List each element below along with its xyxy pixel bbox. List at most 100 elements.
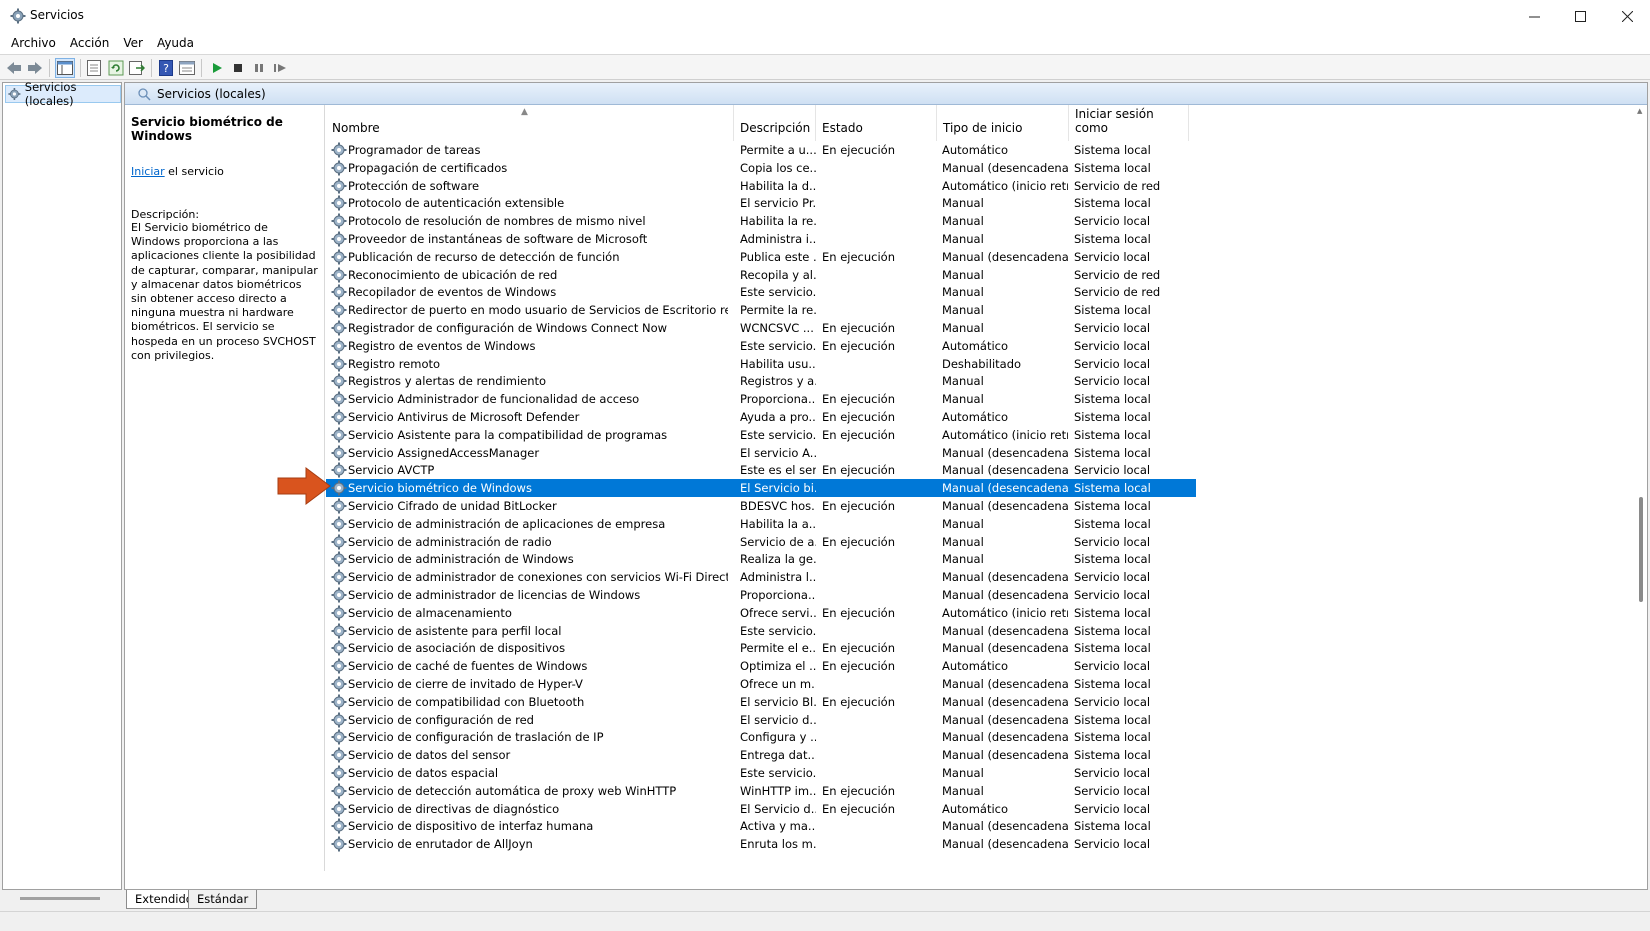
service-description: El servicio Bl... [740, 694, 816, 709]
table-row[interactable]: Servicio Antivirus de Microsoft Defender… [326, 408, 1196, 426]
table-row[interactable]: Servicio de datos espacial Este servicio.… [326, 764, 1196, 782]
column-header-estado[interactable]: Estado [816, 105, 937, 141]
properties-icon [87, 60, 101, 76]
table-row[interactable]: Publicación de recurso de detección de f… [326, 248, 1196, 266]
service-name: Registro remoto [348, 356, 441, 371]
table-row[interactable]: Protocolo de autenticación extensible El … [326, 194, 1196, 212]
service-description: Este servicio... [740, 285, 816, 300]
service-startup-type: Manual (desencadenar... [942, 641, 1068, 656]
table-row[interactable]: Servicio Cifrado de unidad BitLocker BDES… [326, 497, 1196, 515]
tree-horizontal-scrollbar[interactable] [20, 897, 100, 900]
table-row[interactable]: Registrador de configuración de Windows … [326, 319, 1196, 337]
table-row[interactable]: Registro remoto Habilita usu... Deshabilit… [326, 355, 1196, 373]
help-button[interactable]: ? [156, 58, 176, 78]
view-button[interactable] [177, 58, 197, 78]
service-name: Redirector de puerto en modo usuario de … [348, 303, 728, 318]
table-row[interactable]: Servicio de configuración de traslación … [326, 728, 1196, 746]
service-name: Servicio de directivas de diagnóstico [348, 801, 560, 816]
table-row[interactable]: Proveedor de instantáneas de software de… [326, 230, 1196, 248]
service-state: En ejecución [822, 783, 896, 798]
service-logon-as: Sistema local [1074, 677, 1151, 691]
service-startup-type: Manual (desencadenar... [942, 623, 1068, 638]
tab-estandar[interactable]: Estándar [188, 890, 258, 909]
vertical-scrollbar[interactable]: ▲ [1635, 105, 1647, 871]
service-startup-type: Manual [942, 766, 984, 780]
table-row[interactable]: Protocolo de resolución de nombres de mi… [326, 212, 1196, 230]
column-header-tipo-inicio[interactable]: Tipo de inicio [937, 105, 1069, 141]
table-row[interactable]: Servicio de administración de Windows Rea… [326, 550, 1196, 568]
service-logon-as: Servicio local [1074, 338, 1151, 353]
service-startup-type: Automático [942, 410, 1009, 424]
properties-button[interactable] [84, 58, 104, 78]
gear-icon [331, 231, 347, 247]
table-row[interactable]: Programador de tareas Permite a u... En ej… [326, 141, 1196, 159]
table-row[interactable]: Recopilador de eventos de Windows Este se… [326, 283, 1196, 301]
table-row[interactable]: Registro de eventos de Windows Este servi… [326, 337, 1196, 355]
gear-icon [331, 516, 347, 532]
toolbar: ? [0, 54, 1650, 80]
table-row[interactable]: Protección de software Habilita la d... Au… [326, 177, 1196, 195]
table-row[interactable]: Servicio biométrico de Windows El Servici… [326, 479, 1196, 498]
table-row[interactable]: Reconocimiento de ubicación de red Recopi… [326, 266, 1196, 284]
close-button[interactable] [1604, 0, 1650, 32]
gear-icon [331, 587, 347, 603]
maximize-button[interactable] [1557, 0, 1603, 32]
service-logon-as: Servicio local [1074, 570, 1151, 585]
restart-service-button[interactable] [270, 58, 290, 78]
column-header-nombre[interactable]: Nombre [326, 105, 734, 141]
service-logon-as: Servicio local [1074, 321, 1151, 335]
service-startup-type: Manual [942, 214, 984, 229]
menu-ayuda[interactable]: Ayuda [150, 36, 201, 50]
service-name: Registrador de configuración de Windows … [348, 321, 668, 335]
table-row[interactable]: Servicio AVCTP Este es el ser... En ejecuc… [326, 461, 1196, 479]
table-row[interactable]: Propagación de certificados Copia los ce.… [326, 159, 1196, 177]
console-tree-button[interactable] [55, 58, 75, 78]
gear-icon [331, 373, 347, 389]
menu-ver[interactable]: Ver [116, 36, 150, 50]
table-row[interactable]: Servicio de datos del sensor Entrega dat.… [326, 746, 1196, 764]
service-description: Registros y a... [740, 374, 816, 389]
table-row[interactable]: Servicio de directivas de diagnóstico El … [326, 800, 1196, 818]
table-row[interactable]: Servicio de cierre de invitado de Hyper-… [326, 675, 1196, 693]
menu-accion[interactable]: Acción [63, 36, 116, 50]
refresh-button[interactable] [106, 58, 126, 78]
table-row[interactable]: Servicio de dispositivo de interfaz huma… [326, 817, 1196, 835]
table-row[interactable]: Servicio de configuración de red El servi… [326, 711, 1196, 729]
table-row[interactable]: Servicio de administración de aplicacion… [326, 515, 1196, 533]
menu-archivo[interactable]: Archivo [4, 36, 63, 50]
table-row[interactable]: Servicio de asociación de dispositivos Pe… [326, 639, 1196, 657]
stop-service-button[interactable] [228, 58, 248, 78]
tree-item-servicios-locales[interactable]: Servicios (locales) [5, 80, 121, 108]
table-row[interactable]: Servicio de administrador de conexiones … [326, 568, 1196, 586]
service-name: Servicio de asistente para perfil local [348, 623, 562, 638]
back-button[interactable] [4, 58, 24, 78]
service-startup-type: Manual (desencadenar... [942, 748, 1068, 763]
minimize-button[interactable] [1511, 0, 1557, 32]
pause-service-button[interactable] [249, 58, 269, 78]
table-row[interactable]: Servicio de asistente para perfil local E… [326, 622, 1196, 640]
forward-button[interactable] [25, 58, 45, 78]
start-service-button[interactable] [207, 58, 227, 78]
column-header-descripcion[interactable]: Descripción [734, 105, 816, 141]
scroll-up-icon[interactable]: ▲ [1637, 107, 1642, 115]
table-row[interactable]: Servicio de enrutador de AllJoyn Enruta l… [326, 835, 1196, 853]
table-row[interactable]: Servicio de administrador de licencias d… [326, 586, 1196, 604]
table-row[interactable]: Servicio de almacenamiento Ofrece servi..… [326, 604, 1196, 622]
table-row[interactable]: Servicio Administrador de funcionalidad … [326, 390, 1196, 408]
export-button[interactable] [127, 58, 147, 78]
service-name: Reconocimiento de ubicación de red [348, 267, 558, 282]
table-row[interactable]: Servicio Asistente para la compatibilida… [326, 426, 1196, 444]
table-row[interactable]: Servicio de detección automática de prox… [326, 782, 1196, 800]
table-row[interactable]: Servicio AssignedAccessManager El servici… [326, 444, 1196, 462]
service-description: Configura y ... [740, 730, 816, 745]
table-row[interactable]: Servicio de compatibilidad con Bluetooth… [326, 693, 1196, 711]
table-row[interactable]: Servicio de caché de fuentes de Windows O… [326, 657, 1196, 675]
start-service-link[interactable]: Iniciar [131, 165, 165, 178]
service-startup-type: Automático [942, 801, 1009, 816]
service-name: Servicio de enrutador de AllJoyn [348, 837, 533, 852]
table-row[interactable]: Redirector de puerto en modo usuario de … [326, 301, 1196, 319]
column-header-iniciar-sesion[interactable]: Iniciar sesión como [1069, 105, 1189, 141]
scrollbar-thumb[interactable] [1639, 497, 1643, 602]
table-row[interactable]: Registros y alertas de rendimiento Regist… [326, 372, 1196, 390]
table-row[interactable]: Servicio de administración de radio Servi… [326, 533, 1196, 551]
